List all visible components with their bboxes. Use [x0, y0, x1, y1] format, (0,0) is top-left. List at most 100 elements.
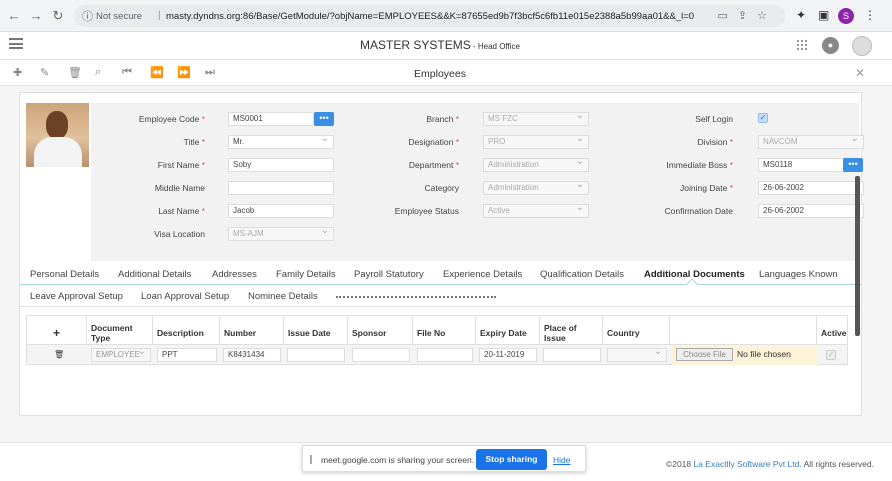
- tab-addresses[interactable]: Addresses: [212, 269, 257, 280]
- employee-status-select[interactable]: Active: [483, 202, 589, 218]
- share-message: meet.google.com is sharing your screen.: [321, 455, 475, 465]
- employee-status-label: Employee Status: [394, 206, 459, 216]
- title-select[interactable]: Mr.: [228, 133, 334, 149]
- add-row-button[interactable]: +: [27, 316, 87, 346]
- self-login-label: Self Login: [695, 114, 733, 124]
- document-type-select[interactable]: EMPLOYEE: [91, 348, 151, 362]
- department-label: Department *: [408, 160, 459, 170]
- tab-personal-details[interactable]: Personal Details: [30, 269, 99, 280]
- app-name: MASTER SYSTEMS: [360, 38, 471, 52]
- scrollbar[interactable]: [855, 176, 860, 336]
- table-row: 🗑 EMPLOYEE PPT K8431434 20-11-2019 Choos…: [26, 345, 848, 365]
- browser-toolbar: ← → ↻ ⓘ Not secure | masty.dyndns.org:86…: [0, 0, 892, 32]
- tab-family-details[interactable]: Family Details: [276, 269, 336, 280]
- country-select[interactable]: [607, 348, 667, 362]
- tab-additional-documents[interactable]: Additional Documents: [644, 269, 745, 280]
- first-name-label: First Name *: [157, 160, 205, 170]
- close-icon[interactable]: ✕: [855, 66, 865, 80]
- last-name-label: Last Name *: [158, 206, 205, 216]
- sidebar-icon[interactable]: ▣: [818, 8, 829, 22]
- delete-row-icon[interactable]: 🗑: [54, 350, 64, 359]
- last-name-input[interactable]: Jacob: [228, 204, 334, 218]
- drag-handle-icon[interactable]: [310, 455, 312, 464]
- user-avatar[interactable]: [852, 36, 872, 56]
- footer: ©2018 La Exactlly Software Pvt Ltd. All …: [0, 442, 892, 481]
- designation-select[interactable]: PRO: [483, 133, 589, 149]
- number-input[interactable]: K8431434: [223, 348, 281, 362]
- immediate-boss-input[interactable]: MS0118: [758, 158, 844, 172]
- active-checkbox[interactable]: ✓: [826, 350, 836, 360]
- self-login-checkbox[interactable]: ✓: [758, 113, 768, 123]
- primary-tabs: Personal Details Additional Details Addr…: [20, 263, 861, 290]
- notification-icon[interactable]: ●: [822, 37, 839, 54]
- col-active: Active: [821, 328, 847, 338]
- documents-grid: + Document Type Description Number Issue…: [26, 315, 848, 365]
- reload-icon[interactable]: ↻: [50, 8, 66, 24]
- visa-location-select[interactable]: MS-AJM: [228, 225, 334, 241]
- employee-photo[interactable]: [26, 103, 89, 167]
- tab-nominee-details[interactable]: Nominee Details: [248, 291, 318, 302]
- page-title: Employees: [414, 68, 466, 80]
- file-no-input[interactable]: [417, 348, 473, 362]
- first-name-input[interactable]: Soby: [228, 158, 334, 172]
- photo-body: [34, 137, 82, 167]
- col-expiry-date: Expiry Date: [476, 316, 540, 346]
- profile-avatar[interactable]: S: [838, 8, 854, 24]
- grid-header: + Document Type Description Number Issue…: [26, 315, 848, 346]
- company-link[interactable]: La Exactlly Software Pvt Ltd.: [694, 459, 802, 469]
- app-header: MASTER SYSTEMS - Head Office ●: [0, 32, 892, 60]
- col-attachment: [670, 316, 817, 346]
- branch-label: Branch *: [426, 114, 459, 124]
- warning-icon[interactable]: ⓘ: [82, 8, 93, 24]
- expiry-date-input[interactable]: 20-11-2019: [479, 348, 537, 362]
- visa-location-label: Visa Location: [154, 229, 205, 239]
- address-separator: |: [158, 10, 161, 21]
- back-icon[interactable]: ←: [6, 8, 22, 24]
- division-label: Division *: [697, 137, 733, 147]
- col-place-of-issue: Place of Issue: [540, 316, 603, 346]
- joining-date-label: Joining Date *: [680, 183, 733, 193]
- confirmation-date-label: Confirmation Date: [664, 206, 733, 216]
- col-document-type: Document Type: [87, 316, 153, 346]
- kebab-menu-icon[interactable]: ⋮: [864, 8, 876, 22]
- category-select[interactable]: Administration: [483, 179, 589, 195]
- employee-code-input[interactable]: MS0001: [228, 112, 314, 126]
- middle-name-input[interactable]: [228, 181, 334, 195]
- branch-select[interactable]: MS FZC: [483, 110, 589, 126]
- main-canvas: Employee Code * MS0001 ••• Title * Mr. F…: [0, 86, 892, 442]
- col-description: Description: [153, 316, 220, 346]
- col-file-no: File No: [413, 316, 476, 346]
- col-number: Number: [220, 316, 284, 346]
- tab-qualification-details[interactable]: Qualification Details: [540, 269, 624, 280]
- place-of-issue-input[interactable]: [543, 348, 601, 362]
- address-bar[interactable]: ⓘ Not secure | masty.dyndns.org:86/Base/…: [74, 5, 785, 27]
- tab-payroll-statutory[interactable]: Payroll Statutory: [354, 269, 424, 280]
- security-label: Not secure: [96, 11, 142, 22]
- stop-sharing-button[interactable]: Stop sharing: [476, 449, 547, 470]
- employee-code-lookup-button[interactable]: •••: [314, 112, 334, 126]
- department-select[interactable]: Administration: [483, 156, 589, 172]
- url-text[interactable]: masty.dyndns.org:86/Base/GetModule/?objN…: [166, 11, 694, 22]
- immediate-boss-lookup-button[interactable]: •••: [843, 158, 863, 172]
- middle-name-label: Middle Name: [154, 183, 205, 193]
- choose-file-button[interactable]: Choose File: [676, 348, 733, 361]
- hide-link[interactable]: Hide: [553, 455, 570, 465]
- apps-grid-icon[interactable]: [796, 39, 808, 51]
- confirmation-date-input[interactable]: 26-06-2002: [758, 204, 864, 218]
- forward-icon[interactable]: →: [28, 8, 44, 24]
- address-actions[interactable]: ▭⇪☆: [718, 9, 777, 22]
- sponsor-input[interactable]: [352, 348, 410, 362]
- tab-leave-approval-setup[interactable]: Leave Approval Setup: [30, 291, 123, 302]
- tab-experience-details[interactable]: Experience Details: [443, 269, 522, 280]
- col-sponsor: Sponsor: [348, 316, 413, 346]
- division-select[interactable]: NAVCOM: [758, 133, 864, 149]
- description-input[interactable]: PPT: [157, 348, 217, 362]
- tab-additional-details[interactable]: Additional Details: [118, 269, 191, 280]
- tab-loan-approval-setup[interactable]: Loan Approval Setup: [141, 291, 229, 302]
- tab-languages-known[interactable]: Languages Known: [759, 269, 838, 280]
- tab-overflow-dots: [336, 296, 496, 298]
- joining-date-input[interactable]: 26-06-2002: [758, 181, 864, 195]
- title-label: Title *: [183, 137, 205, 147]
- extension-icon[interactable]: ✦: [796, 8, 806, 22]
- issue-date-input[interactable]: [287, 348, 345, 362]
